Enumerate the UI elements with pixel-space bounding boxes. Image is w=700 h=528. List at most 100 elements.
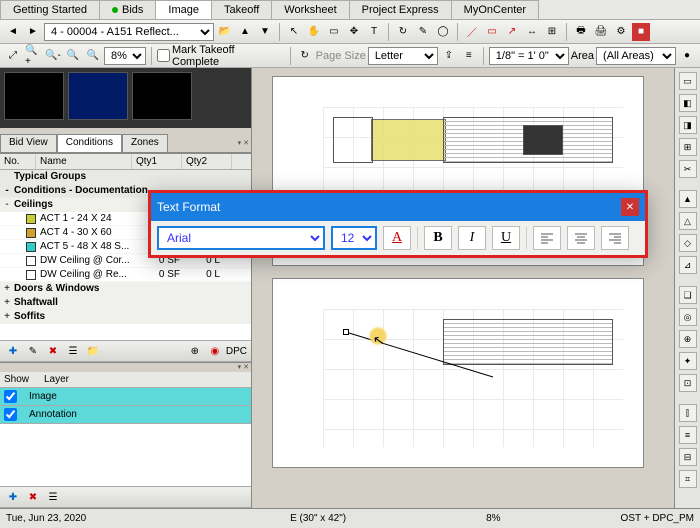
tree-folder[interactable]: +Soffits: [0, 310, 251, 324]
zoom-in-icon[interactable]: 🔍+: [24, 47, 42, 65]
zoom-region-icon[interactable]: 🔍: [64, 47, 82, 65]
bid-combo[interactable]: 4 - 00004 - A151 Reflect...: [44, 23, 214, 41]
edit-icon[interactable]: ✎: [24, 342, 42, 360]
tool-icon[interactable]: ≡: [679, 426, 697, 444]
rect-icon[interactable]: ▭: [483, 23, 501, 41]
zoom-out-icon[interactable]: 🔍-: [44, 47, 62, 65]
tool-icon[interactable]: ◇: [679, 234, 697, 252]
align-center-button[interactable]: [567, 226, 595, 250]
tool-icon[interactable]: ◧: [679, 94, 697, 112]
tool-icon[interactable]: ⊞: [679, 138, 697, 156]
tab-myoncenter[interactable]: MyOnCenter: [451, 0, 539, 19]
tool-icon[interactable]: ❏: [679, 286, 697, 304]
tool-icon[interactable]: ⊟: [679, 448, 697, 466]
move-icon[interactable]: ✥: [345, 23, 363, 41]
layer-delete-icon[interactable]: ✖: [24, 488, 42, 506]
subtab-bidview[interactable]: Bid View: [0, 134, 57, 153]
italic-button[interactable]: I: [458, 226, 486, 250]
panel-close-icon[interactable]: ✕: [243, 139, 249, 147]
area-combo[interactable]: (All Areas): [596, 47, 676, 65]
align-left-button[interactable]: [533, 226, 561, 250]
open-icon[interactable]: 📂: [216, 23, 234, 41]
scale-combo[interactable]: 1/8" = 1' 0": [489, 47, 569, 65]
pointer-icon[interactable]: ↖: [285, 23, 303, 41]
font-combo[interactable]: Arial: [157, 226, 325, 250]
area-icon[interactable]: ●: [678, 47, 696, 65]
thumbnail[interactable]: [68, 72, 128, 120]
tool-icon[interactable]: ⊕: [679, 330, 697, 348]
size-combo[interactable]: 12: [331, 226, 377, 250]
tool-icon[interactable]: ✂: [679, 160, 697, 178]
add-icon[interactable]: ✚: [4, 342, 22, 360]
panel-collapse-icon[interactable]: ▾: [238, 139, 242, 147]
zoom-extents-icon[interactable]: 🔍: [84, 47, 102, 65]
pan-icon[interactable]: ✋: [305, 23, 323, 41]
underline-button[interactable]: U: [492, 226, 520, 250]
line-icon[interactable]: ／: [463, 23, 481, 41]
subtab-zones[interactable]: Zones: [122, 134, 168, 153]
thumbnail[interactable]: [4, 72, 64, 120]
shape-icon[interactable]: ◯: [434, 23, 452, 41]
layer-props-icon[interactable]: ☰: [44, 488, 62, 506]
filter-icon[interactable]: ⊕: [186, 342, 204, 360]
print-icon[interactable]: 🖶: [572, 23, 590, 41]
highlight-icon[interactable]: ✎: [414, 23, 432, 41]
tab-takeoff[interactable]: Takeoff: [211, 0, 272, 19]
layer-add-icon[interactable]: ✚: [4, 488, 22, 506]
tool-icon[interactable]: ⫿: [679, 404, 697, 422]
props-icon[interactable]: ☰: [64, 342, 82, 360]
tree-folder[interactable]: +Doors & Windows: [0, 282, 251, 296]
mark-complete-checkbox[interactable]: [157, 49, 170, 62]
tool-icon[interactable]: ⌗: [679, 470, 697, 488]
tree-folder[interactable]: +Shaftwall: [0, 296, 251, 310]
font-color-button[interactable]: A: [383, 226, 411, 250]
print2-icon[interactable]: 🖨: [592, 23, 610, 41]
folder-icon[interactable]: 📁: [84, 342, 102, 360]
page-size-combo[interactable]: Letter: [368, 47, 438, 65]
zoom-combo[interactable]: 8%: [104, 47, 146, 65]
subtab-conditions[interactable]: Conditions: [57, 134, 122, 153]
settings-icon[interactable]: ⚙: [612, 23, 630, 41]
layer-checkbox[interactable]: [4, 408, 17, 421]
prev-icon[interactable]: ▲: [236, 23, 254, 41]
layers-icon[interactable]: ≡: [460, 47, 478, 65]
layer-checkbox[interactable]: [4, 390, 17, 403]
text-icon[interactable]: T: [365, 23, 383, 41]
delete-icon[interactable]: ✖: [44, 342, 62, 360]
tab-bids[interactable]: Bids: [99, 0, 156, 19]
close-icon[interactable]: ✕: [621, 198, 639, 216]
tool-icon[interactable]: ◨: [679, 116, 697, 134]
tree-group[interactable]: Typical Groups: [0, 170, 251, 184]
tool-icon[interactable]: ⊡: [679, 374, 697, 392]
tab-getting-started[interactable]: Getting Started: [0, 0, 100, 19]
rotate-icon[interactable]: ↻: [394, 23, 412, 41]
tool-icon[interactable]: ⊿: [679, 256, 697, 274]
forward-button[interactable]: ►: [24, 23, 42, 41]
select-icon[interactable]: ▭: [325, 23, 343, 41]
tool-icon[interactable]: △: [679, 212, 697, 230]
tab-image[interactable]: Image: [155, 0, 212, 19]
color-icon[interactable]: ■: [632, 23, 650, 41]
align-right-button[interactable]: [601, 226, 629, 250]
tool-icon[interactable]: ▲: [679, 190, 697, 208]
refresh-icon[interactable]: ↻: [296, 47, 314, 65]
next-icon[interactable]: ▼: [256, 23, 274, 41]
tab-project-express[interactable]: Project Express: [349, 0, 452, 19]
dpc-stop-icon[interactable]: ◉: [206, 342, 224, 360]
back-button[interactable]: ◄: [4, 23, 22, 41]
dialog-titlebar[interactable]: Text Format ✕: [151, 193, 645, 221]
fit-icon[interactable]: ⤢: [4, 47, 22, 65]
dimension-icon[interactable]: ↔: [523, 23, 541, 41]
layer-row[interactable]: Annotation: [0, 406, 251, 424]
tab-worksheet[interactable]: Worksheet: [271, 0, 349, 19]
tree-item[interactable]: DW Ceiling @ Re...0 SF0 L: [0, 268, 251, 282]
tool-icon[interactable]: ✦: [679, 352, 697, 370]
drawing-canvas[interactable]: [252, 68, 674, 508]
tool-icon[interactable]: ◎: [679, 308, 697, 326]
arrow-icon[interactable]: ↗: [503, 23, 521, 41]
thumbnail[interactable]: [132, 72, 192, 120]
export-icon[interactable]: ⇪: [440, 47, 458, 65]
bold-button[interactable]: B: [424, 226, 452, 250]
stamp-icon[interactable]: ⊞: [543, 23, 561, 41]
layer-row[interactable]: Image: [0, 388, 251, 406]
